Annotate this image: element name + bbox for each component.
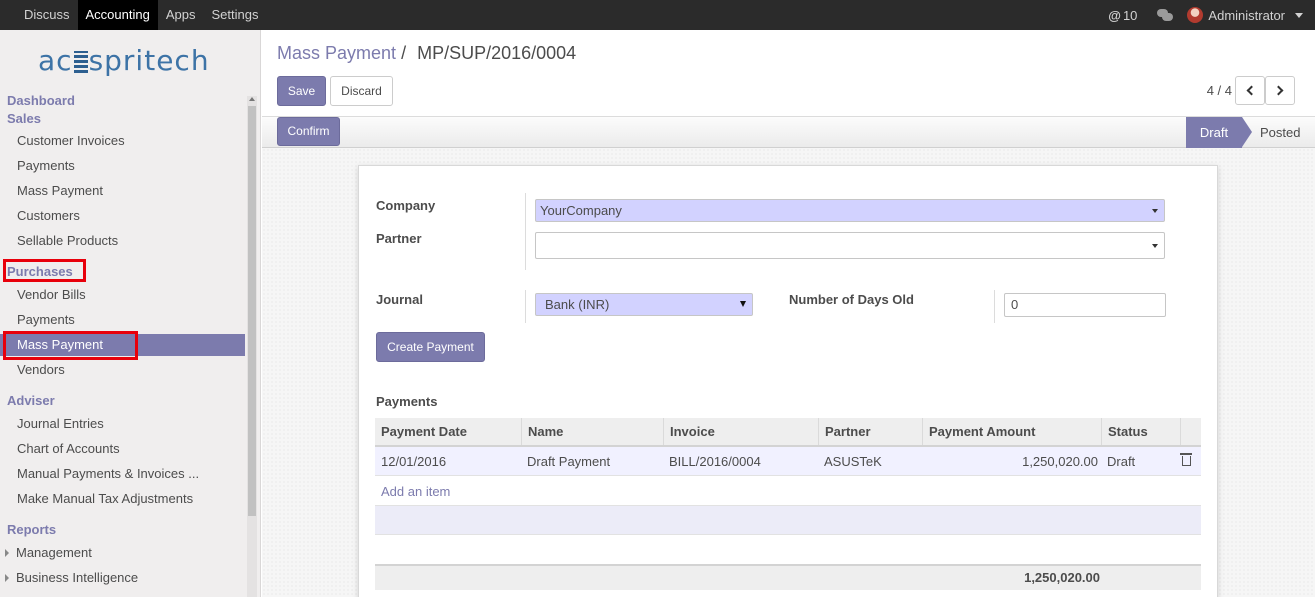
company-select[interactable]: YourCompany — [535, 199, 1165, 222]
page-title: MP/SUP/2016/0004 — [417, 43, 577, 63]
avatar[interactable] — [1187, 7, 1204, 23]
cell-payment-date: 12/01/2016 — [381, 454, 447, 469]
chevron-down-icon[interactable] — [1295, 12, 1303, 18]
confirm-button[interactable]: Confirm — [277, 117, 340, 146]
sidebar-scrollbar[interactable] — [247, 96, 257, 597]
status-stage-posted[interactable]: Posted — [1260, 117, 1300, 148]
partner-select[interactable] — [535, 232, 1165, 259]
save-button[interactable]: Save — [277, 76, 326, 106]
payments-section-title: Payments — [376, 394, 438, 409]
sidebar-head-sales: Sales — [7, 111, 41, 126]
menu-apps[interactable]: Apps — [158, 0, 204, 30]
logo-text-left: ac — [38, 44, 73, 77]
col-name[interactable]: Name — [522, 418, 664, 445]
journal-label: Journal — [376, 292, 423, 307]
scrollbar-thumb[interactable] — [248, 106, 256, 516]
create-payment-button[interactable]: Create Payment — [376, 332, 485, 362]
sidebar-item-chart-of-accounts[interactable]: Chart of Accounts — [0, 438, 245, 460]
chat-icon[interactable] — [1157, 9, 1174, 21]
table-header: Payment Date Name Invoice Partner Paymen… — [375, 418, 1201, 447]
sidebar-item-reports[interactable]: Reports — [7, 521, 56, 539]
form-sheet: Company Partner YourCompany Journal Bank… — [358, 165, 1218, 597]
cell-payment-amount: 1,250,020.00 — [1022, 454, 1098, 469]
caret-down-icon — [1152, 244, 1158, 248]
app-menu: Discuss Accounting Apps Settings — [16, 0, 266, 30]
highlight-box-mass-payment — [3, 331, 138, 360]
days-old-label: Number of Days Old — [789, 292, 914, 307]
menu-settings[interactable]: Settings — [203, 0, 266, 30]
pager-next-button[interactable] — [1265, 76, 1295, 105]
chevron-left-icon — [1246, 85, 1257, 96]
col-payment-date[interactable]: Payment Date — [375, 418, 522, 445]
table-row[interactable]: 12/01/2016 Draft Payment BILL/2016/0004 … — [375, 447, 1201, 476]
cell-status: Draft — [1107, 454, 1136, 469]
scroll-up-icon[interactable] — [249, 97, 255, 101]
sidebar-item-customer-invoices[interactable]: Customer Invoices — [0, 130, 245, 152]
status-stage-draft[interactable]: Draft — [1186, 117, 1252, 148]
add-item-link[interactable]: Add an item — [381, 484, 450, 499]
menu-discuss[interactable]: Discuss — [16, 0, 78, 30]
table-footer: 1,250,020.00 — [375, 564, 1201, 590]
mention-icon[interactable]: @ — [1108, 8, 1121, 23]
col-invoice[interactable]: Invoice — [664, 418, 819, 445]
breadcrumb: Mass Payment / MP/SUP/2016/0004 — [277, 43, 576, 64]
col-partner[interactable]: Partner — [819, 418, 923, 445]
cell-name: Draft Payment — [527, 454, 611, 469]
sidebar-item-manual-payments[interactable]: Manual Payments & Invoices ... — [0, 463, 245, 485]
discard-button[interactable]: Discard — [330, 76, 393, 106]
top-navbar: Discuss Accounting Apps Settings @ 10 Ad… — [0, 0, 1315, 30]
sidebar-item-sellable-products[interactable]: Sellable Products — [0, 230, 245, 252]
highlight-box-purchases — [3, 259, 86, 282]
cell-invoice: BILL/2016/0004 — [669, 454, 761, 469]
company-logo: ac spritech — [38, 44, 210, 77]
sidebar-item-sales-payments[interactable]: Payments — [0, 155, 245, 177]
company-label: Company — [376, 198, 436, 213]
field-separator — [994, 290, 995, 323]
journal-value: Bank (INR) — [545, 297, 610, 312]
payment-amount-total: 1,250,020.00 — [1024, 570, 1100, 585]
breadcrumb-parent[interactable]: Mass Payment — [277, 43, 396, 63]
caret-down-icon — [740, 301, 746, 307]
sidebar-item-label: Business Intelligence — [16, 570, 139, 585]
cell-partner: ASUSTeK — [824, 454, 882, 469]
sidebar: ac spritech Dashboard Sales Customer Invo… — [0, 30, 261, 597]
sidebar-item-label: Management — [16, 545, 92, 560]
breadcrumb-separator: / — [401, 43, 407, 63]
sidebar-item-manual-tax[interactable]: Make Manual Tax Adjustments — [0, 488, 245, 510]
mention-count[interactable]: 10 — [1123, 8, 1137, 23]
partner-label: Partner — [376, 231, 422, 246]
trash-icon[interactable] — [1180, 453, 1192, 466]
sidebar-item-sales-mass-payment[interactable]: Mass Payment — [0, 180, 245, 202]
journal-select[interactable]: Bank (INR) — [535, 293, 753, 316]
chevron-right-icon — [1273, 85, 1284, 96]
company-value: YourCompany — [540, 203, 622, 218]
logo-text-right: spritech — [88, 44, 210, 77]
caret-right-icon — [5, 549, 9, 557]
sidebar-item-management[interactable]: Management — [0, 542, 245, 564]
sidebar-item-vendors[interactable]: Vendors — [0, 359, 245, 381]
sidebar-head-adviser: Adviser — [7, 393, 55, 408]
pager-value: 4 / 4 — [1206, 83, 1232, 98]
sidebar-item-business-intelligence[interactable]: Business Intelligence — [0, 567, 245, 589]
sidebar-item-dashboard[interactable]: Dashboard — [7, 92, 75, 110]
pager-previous-button[interactable] — [1235, 76, 1265, 105]
table-row-empty — [375, 505, 1201, 535]
logo-mark-icon — [73, 51, 88, 73]
menu-accounting[interactable]: Accounting — [77, 0, 158, 30]
col-payment-amount[interactable]: Payment Amount — [923, 418, 1102, 445]
caret-down-icon — [1152, 209, 1158, 213]
sidebar-item-journal-entries[interactable]: Journal Entries — [0, 413, 245, 435]
field-separator — [525, 193, 526, 270]
systray: @ 10 Administrator — [1108, 0, 1315, 30]
status-bar: Confirm Draft Posted — [262, 116, 1315, 148]
user-menu-label[interactable]: Administrator — [1208, 8, 1285, 23]
sidebar-item-vendor-bills[interactable]: Vendor Bills — [0, 284, 245, 306]
field-separator — [525, 290, 526, 323]
col-status[interactable]: Status — [1102, 418, 1181, 445]
sidebar-item-purchase-payments[interactable]: Payments — [0, 309, 245, 331]
days-old-input[interactable]: 0 — [1004, 293, 1166, 317]
caret-right-icon — [5, 574, 9, 582]
sidebar-item-customers[interactable]: Customers — [0, 205, 245, 227]
